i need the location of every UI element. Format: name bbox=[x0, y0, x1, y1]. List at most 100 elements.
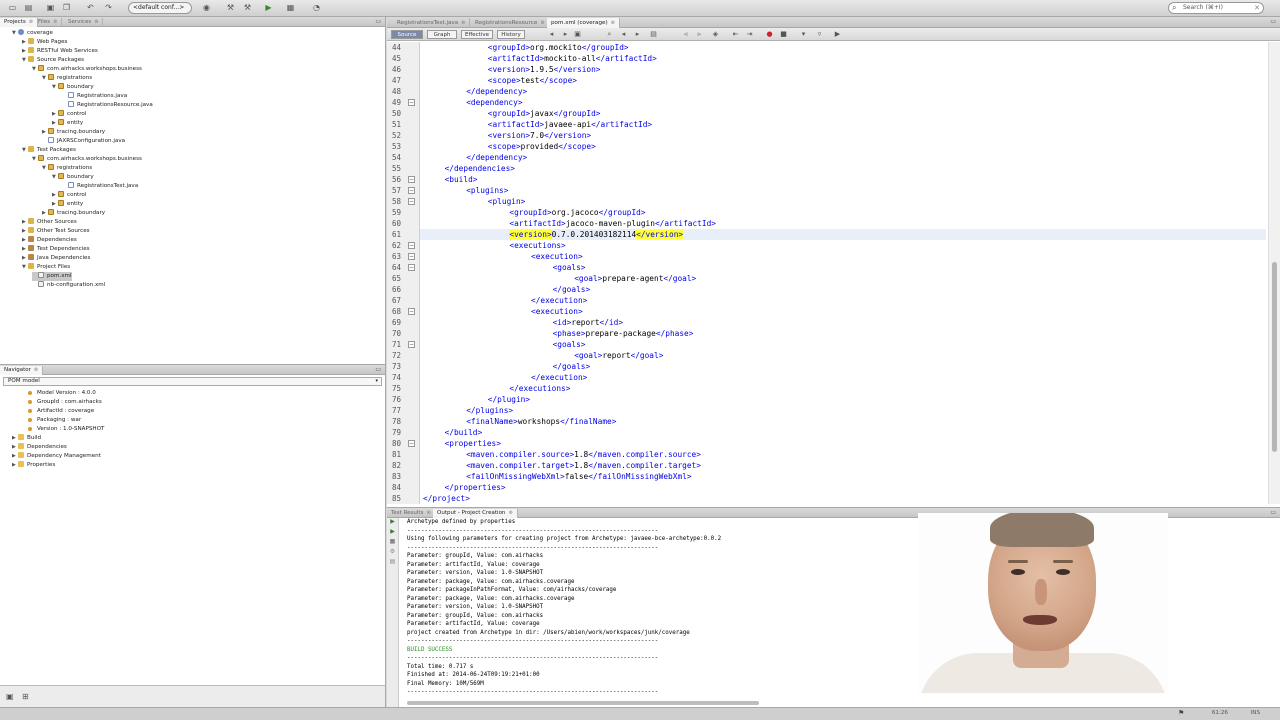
find-icon[interactable]: ⌕ bbox=[605, 30, 614, 39]
tree-item[interactable]: ▶ tracing.boundary bbox=[42, 128, 105, 137]
close-icon[interactable]: ⊗ bbox=[540, 20, 544, 26]
minimize-icon[interactable]: ▭ bbox=[375, 365, 381, 374]
code-line[interactable]: </execution> bbox=[531, 295, 587, 306]
code-line[interactable]: <maven.compiler.target>1.8</maven.compil… bbox=[466, 460, 701, 471]
tree-item[interactable]: ▼ com.airhacks.workshops.business bbox=[32, 155, 142, 164]
tree-item[interactable]: JAXRSConfiguration.java bbox=[42, 137, 125, 146]
fold-toggle-icon[interactable]: − bbox=[408, 253, 415, 260]
save-all-icon[interactable]: ▣ bbox=[44, 2, 57, 14]
code-line[interactable]: <dependency> bbox=[466, 97, 522, 108]
code-area[interactable]: <groupId>org.mockito</groupId> <artifactI… bbox=[420, 42, 1266, 504]
code-line[interactable]: <groupId>org.jacoco</groupId> bbox=[509, 207, 645, 218]
rerun-goals-icon[interactable]: ▶ bbox=[387, 528, 398, 538]
tab-output-project-creation[interactable]: Output - Project Creation ⊗ bbox=[433, 509, 518, 518]
copy-icon[interactable]: ❐ bbox=[60, 2, 73, 14]
fold-toggle-icon[interactable]: − bbox=[408, 264, 415, 271]
tree-item[interactable]: ▼ Project Files bbox=[22, 263, 70, 272]
clean-build-icon[interactable]: ⚒ bbox=[241, 2, 254, 14]
rerun-icon[interactable]: ▶ bbox=[387, 518, 398, 528]
tree-item[interactable]: ▶ entity bbox=[52, 119, 83, 128]
tab-navigator[interactable]: Navigator ⊗ bbox=[0, 366, 44, 375]
code-line[interactable]: <plugins> bbox=[466, 185, 508, 196]
code-line[interactable]: </goals> bbox=[553, 284, 591, 295]
tree-item[interactable]: ▼ registrations bbox=[42, 74, 92, 83]
close-icon[interactable]: ⊗ bbox=[94, 19, 98, 25]
code-line[interactable]: <id>report</id> bbox=[553, 317, 623, 328]
tree-item[interactable]: ArtifactId : coverage bbox=[22, 407, 94, 416]
view-graph-button[interactable]: Graph bbox=[427, 30, 457, 39]
notification-icon[interactable]: ⚑ bbox=[1178, 709, 1184, 717]
tab-registrationsresource[interactable]: RegistrationsResource ⊗ bbox=[471, 18, 550, 28]
code-line[interactable]: <plugin> bbox=[488, 196, 526, 207]
tree-item[interactable]: ▼ com.airhacks.workshops.business bbox=[32, 65, 142, 74]
tree-item[interactable]: ▶ control bbox=[52, 191, 86, 200]
code-line[interactable]: </plugin> bbox=[488, 394, 530, 405]
stop-icon[interactable]: ■ bbox=[387, 538, 398, 548]
tree-item[interactable]: ▼ boundary bbox=[52, 83, 94, 92]
stop-macro-icon[interactable]: ■ bbox=[779, 30, 788, 39]
code-line[interactable]: </execution> bbox=[531, 372, 587, 383]
code-line[interactable]: <properties> bbox=[445, 438, 501, 449]
close-icon[interactable]: ⊗ bbox=[611, 20, 615, 26]
code-line[interactable]: <goal>report</goal> bbox=[574, 350, 663, 361]
code-line[interactable]: <goals> bbox=[553, 262, 586, 273]
shift-left-icon[interactable]: ⇤ bbox=[731, 30, 740, 39]
tree-item[interactable]: ▶ Other Sources bbox=[22, 218, 77, 227]
tree-item[interactable]: ▶ Java Dependencies bbox=[22, 254, 90, 263]
fold-toggle-icon[interactable]: − bbox=[408, 242, 415, 249]
start-macro-icon[interactable]: ● bbox=[765, 30, 774, 39]
code-line[interactable]: <artifactId>jacoco-maven-plugin</artifac… bbox=[509, 218, 716, 229]
tree-item[interactable]: ▼ registrations bbox=[42, 164, 92, 173]
tree-item[interactable]: Model Version : 4.0.0 bbox=[22, 389, 96, 398]
clear-search-icon[interactable]: ✕ bbox=[1254, 3, 1260, 13]
forward-icon[interactable]: ▸ bbox=[561, 30, 570, 39]
code-line[interactable]: <executions> bbox=[509, 240, 565, 251]
code-line[interactable]: </dependency> bbox=[466, 152, 527, 163]
tree-item[interactable]: nb-configuration.xml bbox=[32, 281, 105, 290]
tree-item[interactable]: ▼ Test Packages bbox=[22, 146, 76, 155]
tab-files[interactable]: Files ⊗ bbox=[34, 18, 63, 27]
search-input[interactable]: ⌕ Search (⌘+I) ✕ bbox=[1168, 2, 1264, 14]
code-line[interactable]: </executions> bbox=[509, 383, 570, 394]
tree-item[interactable]: ▶ Build bbox=[12, 434, 41, 443]
toggle-bookmark-icon[interactable]: ◈ bbox=[711, 30, 720, 39]
code-line[interactable]: <scope>provided</scope> bbox=[488, 141, 596, 152]
undo-icon[interactable]: ↶ bbox=[84, 2, 97, 14]
close-icon[interactable]: ⊗ bbox=[29, 19, 33, 25]
vertical-scrollbar[interactable] bbox=[1268, 42, 1280, 504]
code-line[interactable]: <goal>prepare-agent</goal> bbox=[574, 273, 696, 284]
last-edit-icon[interactable]: ▣ bbox=[573, 30, 582, 39]
tree-item[interactable]: ▶ entity bbox=[52, 200, 83, 209]
tree-item[interactable]: RegistrationsTest.java bbox=[62, 182, 138, 191]
tree-item[interactable]: ▶ Web Pages bbox=[22, 38, 67, 47]
find-next-icon[interactable]: ▸ bbox=[633, 30, 642, 39]
code-line[interactable]: <scope>test</scope> bbox=[488, 75, 577, 86]
back-icon[interactable]: ◂ bbox=[547, 30, 556, 39]
globe-icon[interactable]: ◉ bbox=[200, 2, 213, 14]
tab-projects[interactable]: Projects ⊗ bbox=[0, 18, 38, 27]
filter-icon[interactable]: ▣ bbox=[6, 692, 14, 701]
close-icon[interactable]: ⊗ bbox=[426, 510, 430, 516]
tree-item[interactable]: GroupId : com.airhacks bbox=[22, 398, 102, 407]
redo-icon[interactable]: ↷ bbox=[102, 2, 115, 14]
toggle-highlight-icon[interactable]: ▤ bbox=[649, 30, 658, 39]
code-line[interactable]: </build> bbox=[445, 427, 483, 438]
sort-icon[interactable]: ⊞ bbox=[22, 692, 29, 701]
scroll-thumb[interactable] bbox=[1272, 262, 1277, 452]
close-icon[interactable]: ⊗ bbox=[461, 20, 465, 26]
minimize-icon[interactable]: ▭ bbox=[1270, 17, 1276, 26]
next-bookmark-icon[interactable]: ▹ bbox=[695, 30, 704, 39]
view-history-button[interactable]: History bbox=[497, 30, 525, 39]
settings-icon[interactable]: ⚙ bbox=[387, 548, 398, 558]
fold-toggle-icon[interactable]: − bbox=[408, 341, 415, 348]
uncomment-icon[interactable]: ▿ bbox=[815, 30, 824, 39]
tab-pom-xml-coverage-[interactable]: pom.xml (coverage) ⊗ bbox=[547, 18, 620, 28]
code-line[interactable]: <maven.compiler.source>1.8</maven.compil… bbox=[466, 449, 701, 460]
close-icon[interactable]: ⊗ bbox=[508, 510, 512, 516]
code-line[interactable]: <execution> bbox=[531, 251, 583, 262]
run-icon[interactable]: ▶ bbox=[262, 2, 275, 14]
code-line[interactable]: <finalName>workshops</finalName> bbox=[466, 416, 616, 427]
code-line[interactable]: <execution> bbox=[531, 306, 583, 317]
tree-item[interactable]: ▶ Dependencies bbox=[22, 236, 77, 245]
tree-item[interactable]: ▼ coverage bbox=[12, 29, 53, 38]
